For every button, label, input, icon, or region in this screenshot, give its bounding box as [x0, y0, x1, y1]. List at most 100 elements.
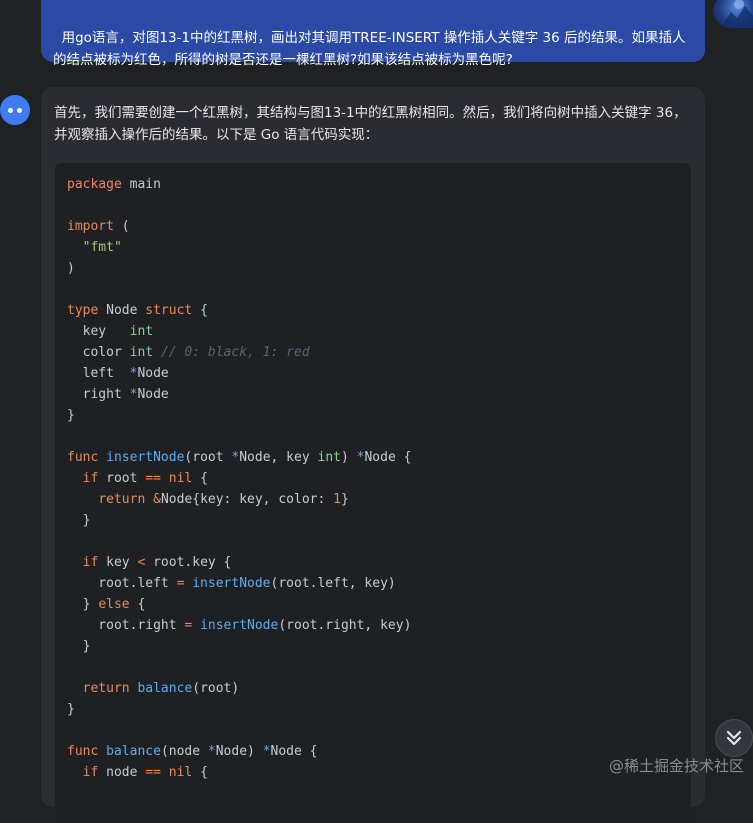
code-token: Node: [137, 387, 169, 402]
code-token: }: [67, 639, 91, 654]
code-token: key: [67, 324, 130, 339]
code-line: }: [67, 510, 411, 531]
code-token: import: [67, 219, 114, 234]
code-token: {: [192, 765, 208, 780]
code-token: // 0: black, 1: red: [160, 345, 310, 360]
code-token: (root.right, key): [278, 618, 412, 633]
code-line: package main: [67, 174, 411, 195]
code-line: root.left = insertNode(root.left, key): [67, 573, 411, 594]
code-token: func: [67, 744, 99, 759]
user-avatar[interactable]: [713, 0, 753, 28]
code-token: &: [153, 492, 161, 507]
code-token: nil: [168, 471, 193, 486]
code-token: if: [82, 555, 99, 570]
code-token: Node: [137, 366, 169, 381]
code-token: 1: [333, 492, 341, 507]
code-token: int: [317, 450, 341, 465]
code-token: right: [67, 387, 130, 402]
code-line: }: [67, 636, 411, 657]
code-token: }: [67, 513, 91, 528]
chat-bot-icon: [0, 95, 30, 125]
code-token: Node {: [364, 450, 412, 465]
code-token: Node): [215, 744, 263, 759]
assistant-intro-text: 首先，我们需要创建一个红黑树，其结构与图13-1中的红黑树相同。然后，我们将向树…: [54, 105, 687, 143]
scroll-to-bottom-button[interactable]: [715, 719, 753, 757]
code-token: }: [67, 408, 75, 423]
code-line: "fmt": [67, 237, 411, 258]
code-token: return: [98, 492, 146, 507]
user-message-bubble: 用go语言，对图13-1中的红黑树，画出对其调用TREE-INSERT 操作插人…: [41, 0, 705, 68]
user-message-text: 用go语言，对图13-1中的红黑树，画出对其调用TREE-INSERT 操作插人…: [53, 30, 686, 68]
double-chevron-down-icon: [726, 730, 742, 746]
code-line: if root == nil {: [67, 468, 411, 489]
code-line: right *Node: [67, 384, 411, 405]
code-token: {: [192, 303, 208, 318]
code-line: } else {: [67, 594, 411, 615]
code-token: root.right: [67, 618, 185, 633]
code-token: package: [67, 177, 122, 192]
code-token: (root: [184, 450, 232, 465]
code-token: }: [67, 597, 99, 612]
code-token: balance: [137, 681, 193, 696]
code-token: *: [262, 744, 271, 759]
code-token: struct: [145, 303, 193, 318]
code-token: if: [82, 471, 99, 486]
code-token: left: [67, 366, 130, 381]
code-line: key int: [67, 321, 411, 342]
code-line: if node == nil {: [67, 762, 411, 783]
watermark: @稀土掘金技术社区: [608, 757, 744, 775]
code-line: type Node struct {: [67, 300, 411, 321]
code-token: ==: [145, 471, 161, 486]
code-token: *: [207, 744, 216, 759]
code-token: key: [98, 555, 138, 570]
code-line: root.right = insertNode(root.right, key): [67, 615, 411, 636]
user-avatar-graphic: [719, 0, 753, 28]
code-token: (root): [192, 681, 240, 696]
code-line: }: [67, 405, 411, 426]
code-token: Node, key: [239, 450, 318, 465]
code-token: }: [67, 702, 75, 717]
code-token: main: [121, 177, 161, 192]
assistant-message-bubble: 首先，我们需要创建一个红黑树，其结构与图13-1中的红黑树相同。然后，我们将向树…: [41, 87, 705, 823]
code-token: Node: [98, 303, 146, 318]
code-line: import (: [67, 216, 411, 237]
code-block: package main import ( "fmt") type Node s…: [55, 163, 691, 823]
code-token: Node{key: key, color:: [160, 492, 334, 507]
code-token: node: [98, 765, 146, 780]
code-token: "fmt": [82, 240, 122, 255]
code-token: type: [67, 303, 99, 318]
code-token: return: [82, 681, 130, 696]
code-content: package main import ( "fmt") type Node s…: [67, 174, 411, 783]
code-line: return &Node{key: key, color: 1}: [67, 489, 411, 510]
code-token: ): [340, 450, 357, 465]
code-token: func: [67, 450, 99, 465]
code-token: insertNode: [200, 618, 279, 633]
code-token: balance: [106, 744, 161, 759]
code-token: {: [129, 597, 146, 612]
code-token: {: [192, 471, 208, 486]
code-token: ): [67, 261, 75, 276]
code-line: func insertNode(root *Node, key int) *No…: [67, 447, 411, 468]
code-token: if: [82, 765, 99, 780]
code-token: Node {: [270, 744, 318, 759]
code-token: int: [129, 345, 154, 360]
code-line: return balance(root): [67, 678, 411, 699]
code-token: nil: [168, 765, 193, 780]
code-token: insertNode: [106, 450, 185, 465]
code-token: }: [340, 492, 349, 507]
code-line: ): [67, 258, 411, 279]
